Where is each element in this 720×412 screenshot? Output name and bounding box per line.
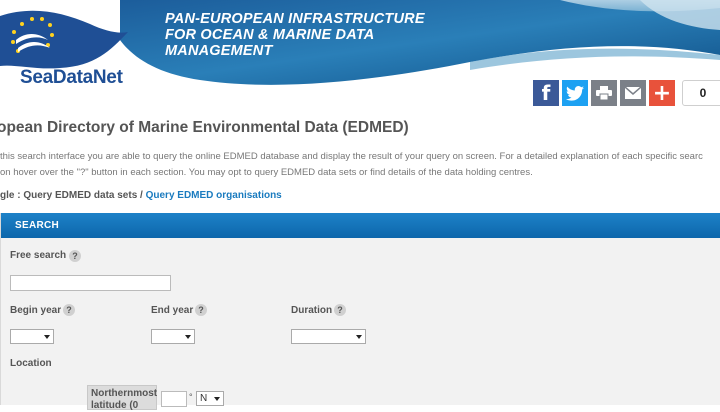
end-year-select[interactable] (151, 329, 195, 344)
location-label: Location (10, 358, 52, 369)
end-year-label: End year (151, 305, 194, 316)
free-search-help-icon[interactable]: ? (69, 250, 81, 262)
hemisphere-value: N (200, 393, 208, 404)
duration-help-icon[interactable]: ? (334, 304, 346, 316)
intro-line-1: this search interface you are able to qu… (0, 151, 703, 162)
breadcrumb: gle : Query EDMED data sets / Query EDME… (0, 190, 282, 201)
social-share-bar: f + 0 (533, 80, 720, 106)
chevron-down-icon (356, 335, 362, 339)
chevron-down-icon (214, 397, 220, 401)
email-icon[interactable] (620, 80, 646, 106)
duration-select[interactable] (291, 329, 366, 344)
northernmost-label-text: Northernmost (91, 388, 158, 399)
banner-title: PAN-EUROPEAN INFRASTRUCTURE FOR OCEAN & … (165, 11, 425, 59)
begin-year-label: Begin year (10, 305, 62, 316)
degree-symbol: ° (189, 392, 193, 402)
end-year-help-icon[interactable]: ? (195, 304, 207, 316)
print-icon[interactable] (591, 80, 617, 106)
begin-year-select[interactable] (10, 329, 54, 344)
northernmost-hemisphere-select[interactable]: N (196, 391, 224, 406)
chevron-down-icon (185, 335, 191, 339)
twitter-icon[interactable] (562, 80, 588, 106)
begin-year-help-icon[interactable]: ? (63, 304, 75, 316)
facebook-icon[interactable]: f (533, 80, 559, 106)
share-count: 0 (682, 80, 720, 106)
free-search-label: Free search (10, 250, 66, 261)
northernmost-latitude-label: Northernmost latitude (0 (87, 385, 158, 411)
duration-label: Duration (291, 305, 333, 316)
breadcrumb-current: gle : Query EDMED data sets / (0, 190, 146, 201)
logo-text[interactable]: SeaDataNet (20, 67, 123, 89)
search-panel: SEARCH Free search ? Begin year ? End ye… (0, 213, 720, 411)
query-organisations-link[interactable]: Query EDMED organisations (146, 190, 282, 201)
intro-line-2: on hover over the "?" button in each sec… (0, 167, 533, 178)
free-search-input[interactable] (10, 275, 171, 291)
chevron-down-icon (44, 335, 50, 339)
northernmost-sub-text: latitude (0 (91, 400, 139, 411)
plus-icon[interactable]: + (649, 80, 675, 106)
search-panel-header: SEARCH (1, 213, 720, 238)
intro-text: this search interface you are able to qu… (0, 149, 703, 181)
free-search-label-text: Free search (10, 250, 67, 261)
page-title: opean Directory of Marine Environmental … (0, 119, 409, 136)
seadatanet-flag-logo (0, 10, 128, 69)
